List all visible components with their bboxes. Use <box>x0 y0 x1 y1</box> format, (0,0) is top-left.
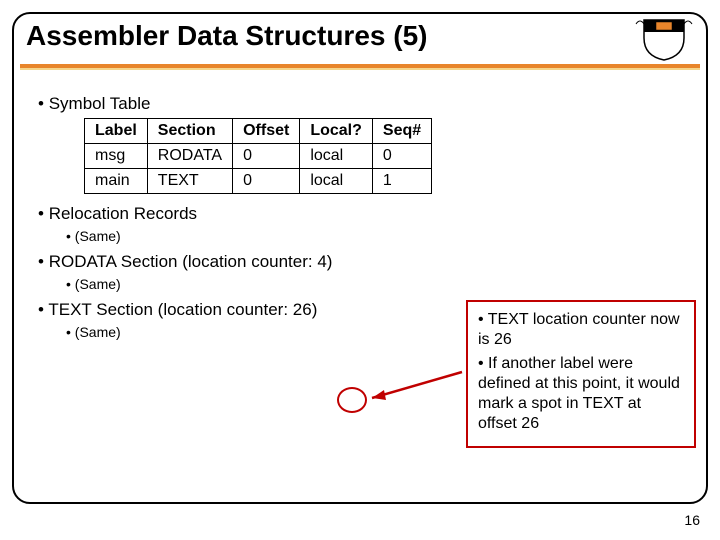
col-local: Local? <box>300 119 373 144</box>
table-row: main TEXT 0 local 1 <box>85 169 432 194</box>
page-title: Assembler Data Structures (5) <box>26 20 427 52</box>
princeton-shield-icon <box>634 16 694 62</box>
symbol-table: Label Section Offset Local? Seq# msg ROD… <box>84 118 432 194</box>
highlight-circle-icon <box>337 387 367 413</box>
title-underline <box>20 64 700 70</box>
col-seq: Seq# <box>372 119 431 144</box>
col-label: Label <box>85 119 148 144</box>
bullet-symbol-table: Symbol Table <box>38 94 694 114</box>
callout-line: TEXT location counter now is 26 <box>478 310 684 350</box>
bullet-same: (Same) <box>66 228 694 244</box>
bullet-relocation: Relocation Records <box>38 204 694 224</box>
table-row: msg RODATA 0 local 0 <box>85 144 432 169</box>
col-offset: Offset <box>233 119 300 144</box>
callout-box: TEXT location counter now is 26 If anoth… <box>466 300 696 448</box>
col-section: Section <box>147 119 232 144</box>
bullet-rodata: RODATA Section (location counter: 4) <box>38 252 694 272</box>
page-number: 16 <box>684 512 700 528</box>
table-header-row: Label Section Offset Local? Seq# <box>85 119 432 144</box>
callout-line: If another label were defined at this po… <box>478 354 684 434</box>
bullet-same: (Same) <box>66 276 694 292</box>
